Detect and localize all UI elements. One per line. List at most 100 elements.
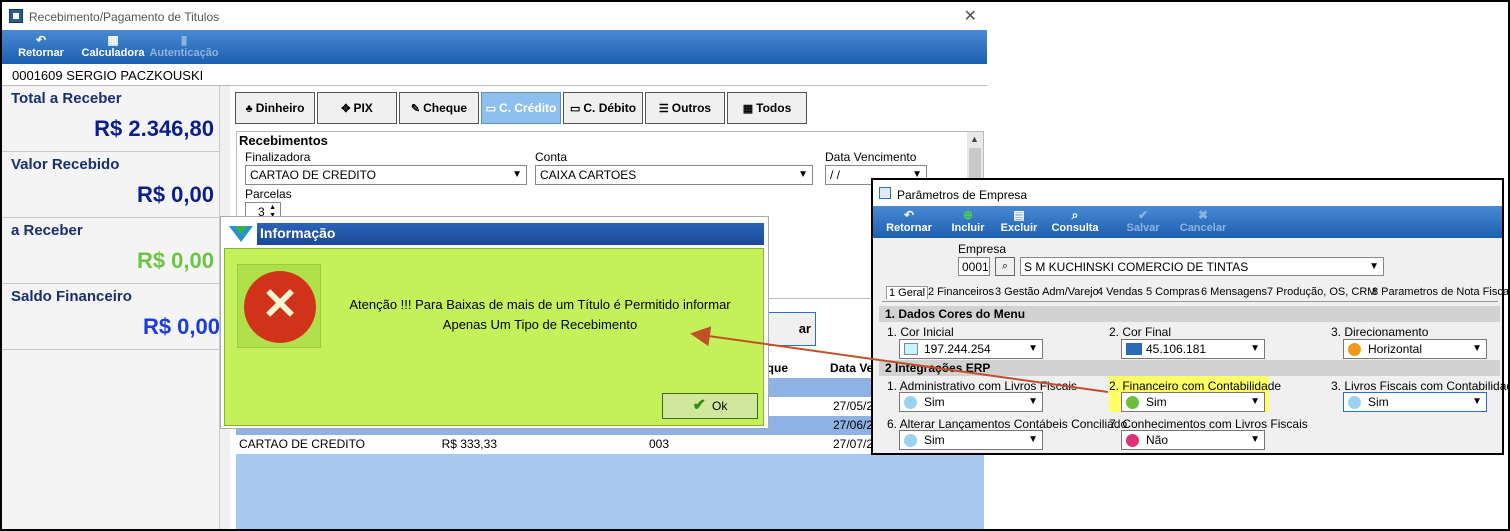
tab-pix[interactable]: ✥ PIX [317, 92, 397, 124]
money-icon: ♣ [245, 103, 253, 115]
livros-contab-value: Sim [1368, 395, 1389, 409]
row-valor: R$ 333,33 [386, 435, 502, 454]
tab-producao[interactable]: 7 Produção, OS, CRM [1267, 286, 1376, 298]
excluir-label: Excluir [1000, 222, 1038, 234]
cor-final-label: 2. Cor Final [1109, 325, 1172, 339]
conta-label: Conta [535, 150, 568, 164]
close-icon[interactable]: ✕ [964, 6, 977, 26]
message-line-2: Apenas Um Tipo de Recebimento [442, 317, 638, 332]
tab-compras[interactable]: 5 Compras [1146, 286, 1200, 298]
salvar-button[interactable]: ✔ Salvar [1121, 208, 1165, 236]
main-toolbar: ↶ Retornar ▦ Calculadora ▮ Autenticação [2, 30, 987, 64]
cor-inicial-select[interactable]: 197.244.254 ▼ [899, 339, 1043, 359]
params-retornar-button[interactable]: ↶ Retornar [883, 208, 935, 236]
tab-credito[interactable]: ▭ C. Crédito [481, 92, 561, 124]
tab-cheque[interactable]: ✎ Cheque [399, 92, 479, 124]
main-titlebar: Recebimento/Pagamento de Titulos ✕ [2, 2, 987, 30]
chevron-down-icon: ▼ [1369, 261, 1379, 272]
debit-card-icon: ▭ [569, 103, 581, 115]
error-x-icon: ✕ [244, 271, 316, 343]
credit-card-icon: ▭ [485, 103, 497, 115]
direction-icon [1348, 343, 1361, 356]
status-dot-icon [1126, 434, 1139, 447]
partial-action-label: ar [798, 321, 811, 336]
section-dados-cores: 1. Dados Cores do Menu [879, 306, 1500, 322]
totals-panel: Total a Receber R$ 2.346,80 Valor Recebi… [2, 86, 220, 529]
cancel-icon: ✖ [1197, 208, 1209, 222]
stamp-icon: ▮ [180, 33, 188, 47]
chevron-down-icon: ▼ [1028, 343, 1038, 354]
calculadora-button[interactable]: ▦ Calculadora [80, 33, 146, 61]
finalizadora-select[interactable]: CARTAO DE CREDITO ▼ [245, 165, 527, 185]
alterar-lanc-select[interactable]: Sim ▼ [899, 430, 1043, 450]
tab-outros[interactable]: ☰ Outros [645, 92, 725, 124]
empresa-name-select[interactable]: S M KUCHINSKI COMERCIO DE TINTAS ▼ [1020, 257, 1384, 276]
adm-livros-label: 1. Administrativo com Livros Fiscais [887, 379, 1078, 393]
checkmark-icon: ✔ [692, 397, 707, 414]
parcelas-label: Parcelas [245, 187, 292, 201]
section-integracoes: 2 Integrações ERP [879, 360, 1500, 376]
empresa-search-button[interactable]: ⌕ [995, 257, 1015, 276]
cancelar-label: Cancelar [1179, 222, 1227, 234]
color-swatch [904, 343, 918, 355]
data-venc-value: / / [830, 168, 841, 182]
valor-recebido-label: Valor Recebido [11, 156, 120, 173]
tab-outros-label: Outros [671, 101, 712, 115]
calculadora-label: Calculadora [81, 47, 145, 59]
tab-gestao[interactable]: 3 Gestão Adm/Varejo [995, 286, 1099, 298]
params-titlebar: Parâmetros de Empresa [873, 180, 1502, 206]
adm-livros-select[interactable]: Sim ▼ [899, 392, 1043, 412]
livros-contab-label: 3. Livros Fiscais com Contabilidade [1331, 379, 1510, 393]
conhec-livros-select[interactable]: Não ▼ [1121, 430, 1265, 450]
conta-select[interactable]: CAIXA CARTOES ▼ [535, 165, 813, 185]
tab-todos[interactable]: ▦ Todos [727, 92, 807, 124]
incluir-button[interactable]: ⊕ Incluir [947, 208, 989, 236]
chevron-down-icon: ▼ [798, 169, 808, 180]
salvar-label: Salvar [1126, 222, 1160, 234]
tab-nota-fiscal[interactable]: 8 Parametros de Nota Fiscal [1372, 286, 1510, 298]
chevron-down-icon: ▼ [1250, 396, 1260, 407]
ok-label: Ok [712, 399, 728, 413]
direcionamento-label: 3. Direcionamento [1331, 325, 1429, 339]
autenticacao-button[interactable]: ▮ Autenticação [148, 33, 220, 61]
tab-pix-label: PIX [353, 101, 373, 115]
tab-financeiros[interactable]: 2 Financeiros [928, 286, 994, 298]
alterar-lanc-value: Sim [924, 433, 945, 447]
valor-recebido: Valor Recebido R$ 0,00 [2, 152, 220, 218]
tab-mensagens[interactable]: 6 Mensagens [1201, 286, 1267, 298]
excluir-button[interactable]: ▤ Excluir [997, 208, 1041, 236]
calculator-icon: ▦ [107, 33, 119, 47]
error-icon-frame: ✕ [237, 264, 321, 348]
empresa-code: 0001 [962, 260, 989, 274]
tab-debito[interactable]: ▭ C. Débito [563, 92, 643, 124]
chevron-down-icon: ▼ [1472, 396, 1482, 407]
retornar-button[interactable]: ↶ Retornar [14, 33, 68, 61]
empresa-code-input[interactable]: 0001 [958, 257, 990, 276]
consulta-button[interactable]: ⌕ Consulta [1049, 208, 1101, 236]
tab-geral[interactable]: 1 Geral [886, 286, 929, 299]
tab-dinheiro[interactable]: ♣ Dinheiro [235, 92, 315, 124]
status-dot-icon [1126, 396, 1139, 409]
saldo-value: R$ 0,00 [142, 314, 220, 339]
conhec-livros-label: 7. Conhecimentos com Livros Fiscais [1109, 417, 1308, 431]
chevron-down-icon: ▼ [1250, 434, 1260, 445]
direcionamento-select[interactable]: Horizontal ▼ [1343, 339, 1487, 359]
fin-contab-select[interactable]: Sim ▼ [1121, 392, 1265, 412]
cor-inicial-label: 1. Cor Inicial [887, 325, 954, 339]
message-line-1: Atenção !!! Para Baixas de mais de um Tí… [349, 297, 731, 312]
valor-recebido-value: R$ 0,00 [136, 182, 214, 207]
cor-final-select[interactable]: 45.106.181 ▼ [1121, 339, 1265, 359]
ok-button[interactable]: ✔ Ok [662, 393, 758, 419]
chevron-down-icon: ▼ [1028, 396, 1038, 407]
finalizadora-value: CARTAO DE CREDITO [250, 168, 377, 182]
row-desc: CARTAO DE CREDITO [236, 435, 386, 454]
params-title: Parâmetros de Empresa [897, 188, 1028, 202]
data-venc-label: Data Vencimento [825, 150, 917, 164]
info-dialog: Informação ✕ Atenção !!! Para Baixas de … [220, 216, 769, 429]
cancelar-button[interactable]: ✖ Cancelar [1177, 208, 1229, 236]
livros-contab-select[interactable]: Sim ▼ [1343, 392, 1487, 412]
info-dialog-title: Informação [260, 225, 336, 241]
consulta-label: Consulta [1051, 222, 1099, 234]
tab-vendas[interactable]: 4 Vendas [1097, 286, 1143, 298]
autenticacao-label: Autenticação [149, 47, 219, 59]
